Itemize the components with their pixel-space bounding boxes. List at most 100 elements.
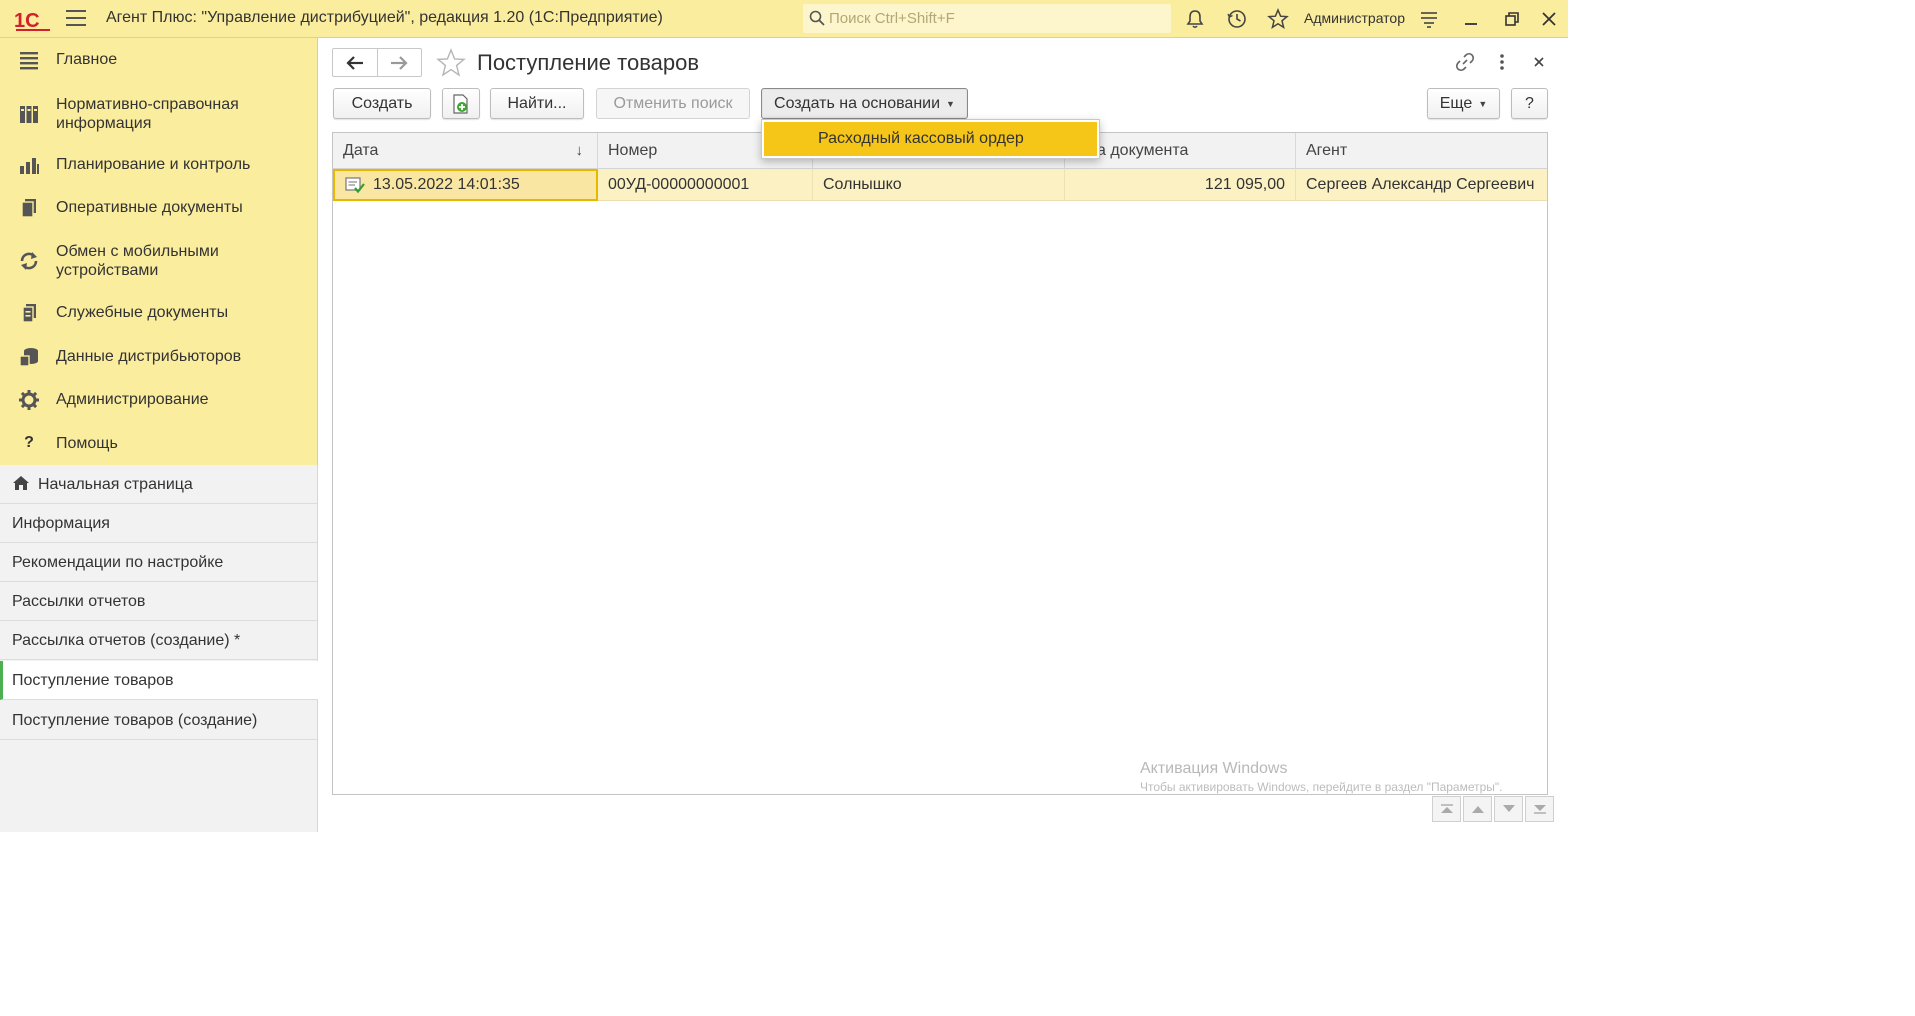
cancel-search-button[interactable]: Отменить поиск bbox=[596, 88, 750, 119]
arrow-left-icon bbox=[346, 55, 363, 70]
page-title: Поступление товаров bbox=[477, 50, 700, 75]
help-icon: ? bbox=[24, 434, 34, 451]
service-documents-icon bbox=[22, 304, 36, 323]
section-label: Помощь bbox=[56, 435, 118, 452]
favorites-star-icon[interactable] bbox=[1267, 8, 1289, 30]
scroll-top-icon bbox=[1440, 804, 1453, 813]
windows-activation-hint: Чтобы активировать Windows, перейдите в … bbox=[1140, 780, 1503, 794]
scroll-down-button[interactable] bbox=[1494, 796, 1523, 822]
column-header-date[interactable]: Дата ↓ bbox=[333, 133, 598, 169]
section-distributor-data[interactable]: Данные дистрибьюторов bbox=[0, 345, 318, 369]
minimize-icon[interactable] bbox=[1460, 8, 1482, 30]
forward-button[interactable] bbox=[378, 49, 422, 76]
home-icon bbox=[13, 476, 29, 490]
cell-number[interactable]: 00УД-00000000001 bbox=[598, 169, 813, 201]
open-window-item[interactable]: Поступление товаров (создание) bbox=[0, 701, 318, 740]
find-button[interactable]: Найти... bbox=[490, 88, 584, 119]
section-label: Данные дистрибьюторов bbox=[56, 348, 242, 365]
create-button[interactable]: Создать bbox=[333, 88, 431, 119]
cell-counterparty[interactable]: Солнышко bbox=[813, 169, 1065, 201]
sync-icon bbox=[20, 252, 38, 270]
create-based-on-menu: Расходный кассовый ордер bbox=[761, 119, 1100, 159]
scroll-down-icon bbox=[1502, 805, 1515, 812]
scroll-to-top-button[interactable] bbox=[1432, 796, 1461, 822]
section-help[interactable]: ? Помощь bbox=[0, 432, 318, 456]
link-icon[interactable] bbox=[1454, 51, 1476, 73]
section-label: Служебные документы bbox=[56, 304, 229, 321]
history-icon[interactable] bbox=[1226, 8, 1248, 30]
restore-icon[interactable] bbox=[1501, 8, 1523, 30]
close-window-icon[interactable] bbox=[1538, 8, 1560, 30]
chevron-down-icon: ▼ bbox=[1478, 98, 1488, 109]
open-window-item[interactable]: Рассылки отчетов bbox=[0, 582, 318, 621]
sort-arrow-icon: ↓ bbox=[575, 142, 584, 159]
section-label: Главное bbox=[56, 51, 118, 68]
reference-book-icon bbox=[20, 106, 38, 123]
create-based-on-button[interactable]: Создать на основании ▼ bbox=[761, 88, 968, 119]
section-label: Оперативные документы bbox=[56, 199, 243, 216]
open-windows-panel: Начальная страница Информация Рекомендац… bbox=[0, 465, 318, 832]
section-service-docs[interactable]: Служебные документы bbox=[0, 301, 318, 325]
posted-document-icon bbox=[345, 177, 365, 194]
open-window-item-active[interactable]: Поступление товаров bbox=[0, 661, 318, 700]
sections-panel: Главное Нормативно-справочная информация… bbox=[0, 38, 318, 465]
section-mobile-exchange[interactable]: Обмен с мобильными устройствами bbox=[0, 240, 318, 282]
gear-icon bbox=[19, 390, 39, 410]
section-operational-docs[interactable]: Оперативные документы bbox=[0, 196, 318, 220]
add-document-icon bbox=[453, 93, 468, 114]
table-row[interactable]: 13.05.2022 14:01:35 00УД-00000000001 Сол… bbox=[333, 169, 1547, 201]
scroll-bottom-icon bbox=[1533, 805, 1546, 814]
bell-icon[interactable] bbox=[1184, 8, 1206, 30]
open-window-label: Начальная страница bbox=[38, 476, 193, 493]
create-based-on-label: Создать на основании bbox=[774, 94, 941, 112]
history-nav bbox=[332, 48, 422, 77]
section-label: Планирование и контроль bbox=[56, 156, 251, 173]
documents-table: Дата ↓ Номер мма документа Агент 13.05.2… bbox=[332, 132, 1548, 795]
scroll-up-icon bbox=[1471, 806, 1484, 813]
open-window-item[interactable]: Рекомендации по настройке bbox=[0, 543, 318, 582]
title-bar: 1С Агент Плюс: "Управление дистрибуцией"… bbox=[0, 0, 1568, 38]
search-icon bbox=[809, 10, 825, 26]
grid-scroll-controls bbox=[1430, 796, 1554, 822]
arrow-right-icon bbox=[391, 55, 408, 70]
open-window-home[interactable]: Начальная страница bbox=[0, 465, 318, 504]
help-button[interactable]: ? bbox=[1511, 88, 1548, 119]
windows-activation-title: Активация Windows bbox=[1140, 760, 1288, 777]
cell-amount[interactable]: 121 095,00 bbox=[1065, 169, 1296, 201]
section-main[interactable]: Главное bbox=[0, 48, 318, 72]
section-label: Нормативно-справочная информация bbox=[56, 96, 239, 132]
global-search[interactable] bbox=[803, 4, 1171, 33]
section-label: Администрирование bbox=[56, 391, 209, 408]
database-icon bbox=[19, 348, 38, 367]
main-menu-icon[interactable] bbox=[66, 10, 86, 28]
svg-text:1С: 1С bbox=[14, 10, 40, 32]
section-reference[interactable]: Нормативно-справочная информация bbox=[0, 93, 318, 135]
scroll-to-bottom-button[interactable] bbox=[1525, 796, 1554, 822]
back-button[interactable] bbox=[333, 49, 378, 76]
copy-button[interactable] bbox=[442, 88, 480, 119]
documents-icon bbox=[21, 199, 36, 218]
menu-lines-icon bbox=[20, 52, 38, 70]
app-title: Агент Плюс: "Управление дистрибуцией", р… bbox=[106, 9, 663, 26]
open-window-item[interactable]: Рассылка отчетов (создание) * bbox=[0, 621, 318, 660]
section-label: Обмен с мобильными устройствами bbox=[56, 243, 219, 279]
cell-agent[interactable]: Сергеев Александр Сергеевич bbox=[1296, 169, 1547, 201]
open-window-item[interactable]: Информация bbox=[0, 504, 318, 543]
bar-chart-icon bbox=[20, 158, 39, 174]
more-vertical-icon[interactable] bbox=[1491, 51, 1513, 73]
menu-item-cash-expense-order[interactable]: Расходный кассовый ордер bbox=[764, 122, 1097, 156]
1c-logo-icon: 1С bbox=[14, 10, 50, 32]
current-user[interactable]: Администратор bbox=[1304, 10, 1405, 26]
section-administration[interactable]: Администрирование bbox=[0, 388, 318, 412]
cell-date[interactable]: 13.05.2022 14:01:35 bbox=[333, 169, 598, 201]
more-button[interactable]: Еще ▼ bbox=[1427, 88, 1500, 119]
add-to-favorites-icon[interactable] bbox=[436, 48, 466, 78]
column-header-agent[interactable]: Агент bbox=[1296, 133, 1547, 169]
chevron-down-icon: ▼ bbox=[946, 98, 955, 109]
search-input[interactable] bbox=[829, 8, 1159, 29]
section-planning[interactable]: Планирование и контроль bbox=[0, 153, 318, 177]
settings-lines-icon[interactable] bbox=[1418, 8, 1440, 30]
column-header-label: Дата bbox=[343, 142, 379, 159]
scroll-up-button[interactable] bbox=[1463, 796, 1492, 822]
close-form-icon[interactable] bbox=[1528, 51, 1550, 73]
